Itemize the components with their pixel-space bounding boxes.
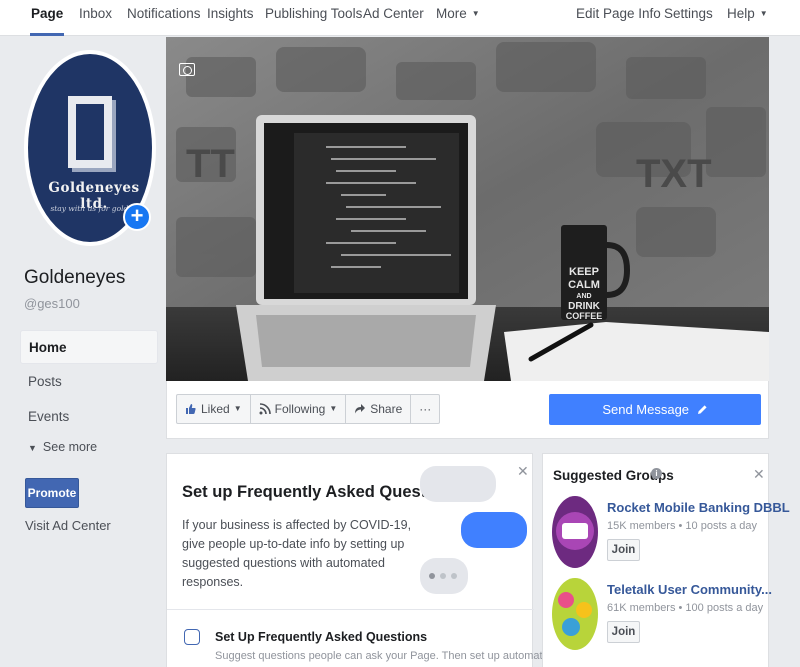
nav-settings[interactable]: Settings xyxy=(664,0,713,36)
faq-sub-title[interactable]: Set Up Frequently Asked Questions xyxy=(215,630,427,644)
info-icon[interactable]: i xyxy=(651,468,662,479)
nav-edit-page-info[interactable]: Edit Page Info xyxy=(576,0,661,36)
chat-bubble-blue xyxy=(461,512,527,548)
nav-publishing-tools[interactable]: Publishing Tools xyxy=(265,0,362,36)
page-name: Goldeneyes xyxy=(24,267,126,288)
group-thumbnail[interactable] xyxy=(552,578,598,650)
nav-insights[interactable]: Insights xyxy=(207,0,254,36)
typing-indicator-icon xyxy=(420,558,468,594)
nav-ad-center[interactable]: Ad Center xyxy=(363,0,424,36)
side-nav: Home Posts Events xyxy=(20,330,158,434)
send-message-label: Send Message xyxy=(602,402,690,417)
nav-notifications[interactable]: Notifications xyxy=(127,0,201,36)
action-buttons: Liked ▼ Following ▼ Share ··· xyxy=(176,394,441,424)
faq-sub-desc: Suggest questions people can ask your Pa… xyxy=(215,650,555,662)
close-icon[interactable]: ✕ xyxy=(753,466,765,483)
nav-notifications-label: Notifications xyxy=(127,6,201,21)
nav-publishing-tools-label: Publishing Tools xyxy=(265,6,363,21)
caret-down-icon: ▼ xyxy=(329,404,338,413)
nav-inbox-label: Inbox xyxy=(79,6,113,21)
group-name[interactable]: Teletalk User Community... xyxy=(607,582,772,597)
divider xyxy=(167,609,534,610)
logo-square-icon xyxy=(68,96,112,168)
nav-inbox[interactable]: Inbox xyxy=(79,0,112,36)
top-nav: Page Inbox Notifications Insights Publis… xyxy=(0,0,800,36)
group-meta: 61K members • 100 posts a day xyxy=(607,602,764,614)
group-thumbnail[interactable] xyxy=(552,496,598,568)
more-options-button[interactable]: ··· xyxy=(411,395,439,423)
close-icon[interactable]: ✕ xyxy=(517,463,529,480)
caret-down-icon: ▼ xyxy=(233,404,242,413)
nav-more[interactable]: More ▼ xyxy=(436,0,480,36)
page-handle[interactable]: @ges100 xyxy=(24,296,80,311)
group-meta: 15K members • 10 posts a day xyxy=(607,520,757,532)
share-label: Share xyxy=(370,402,403,416)
mug-text-3: AND xyxy=(576,293,591,300)
nav-more-label: More xyxy=(436,6,467,21)
faq-title: Set up Frequently Asked Questions xyxy=(182,483,461,501)
side-item-events[interactable]: Events xyxy=(20,400,158,434)
mug-text-5: COFFEE xyxy=(566,311,603,321)
mug-text-1: KEEP xyxy=(569,266,599,278)
nav-help[interactable]: Help ▼ xyxy=(727,0,768,36)
list-item: Rocket Mobile Banking DBBL 15K members •… xyxy=(552,496,790,568)
faq-body: If your business is affected by COVID-19… xyxy=(182,518,412,589)
triangle-down-icon: ▼ xyxy=(28,443,37,453)
add-profile-photo-icon[interactable]: + xyxy=(123,203,151,231)
nav-settings-label: Settings xyxy=(664,6,713,21)
join-button[interactable]: Join xyxy=(607,539,640,561)
pencil-icon xyxy=(697,405,707,414)
mug-text-2: CALM xyxy=(568,279,600,291)
side-item-posts[interactable]: Posts xyxy=(20,365,158,399)
liked-button[interactable]: Liked ▼ xyxy=(177,395,251,423)
cover-photo[interactable]: TT TXT KEEP CALM AND DRINK COFFEE xyxy=(166,37,769,381)
chat-question-icon xyxy=(184,629,200,645)
liked-label: Liked xyxy=(201,402,230,416)
send-message-button[interactable]: Send Message xyxy=(549,394,761,425)
rss-icon xyxy=(259,403,271,415)
side-item-home[interactable]: Home xyxy=(20,330,158,364)
cover-image: TT TXT KEEP CALM AND DRINK COFFEE xyxy=(166,37,769,381)
more-options-label: ··· xyxy=(419,402,432,416)
group-name[interactable]: Rocket Mobile Banking DBBL xyxy=(607,500,790,515)
faq-setup-card: ✕ Set up Frequently Asked Questions If y… xyxy=(166,453,555,667)
caret-down-icon: ▼ xyxy=(759,9,768,18)
nav-insights-label: Insights xyxy=(207,6,254,21)
nav-ad-center-label: Ad Center xyxy=(363,6,424,21)
see-more-label: See more xyxy=(42,440,98,454)
following-button[interactable]: Following ▼ xyxy=(251,395,347,423)
following-label: Following xyxy=(274,402,326,416)
svg-text:TT: TT xyxy=(186,142,235,186)
camera-icon[interactable] xyxy=(179,63,195,76)
nav-page[interactable]: Page xyxy=(30,0,65,36)
share-icon xyxy=(355,404,366,414)
chat-bubble-gray xyxy=(420,466,496,502)
nav-help-label: Help xyxy=(727,6,755,21)
caret-down-icon: ▼ xyxy=(471,9,480,18)
nav-page-label: Page xyxy=(31,6,64,21)
list-item: Teletalk User Community... 61K members •… xyxy=(552,578,772,650)
suggested-groups-card: Suggested Groups i ✕ Rocket Mobile Banki… xyxy=(542,453,790,667)
svg-text:TXT: TXT xyxy=(636,152,712,196)
page-actions-bar: Liked ▼ Following ▼ Share ··· Send Messa… xyxy=(166,381,769,439)
nav-edit-page-info-label: Edit Page Info xyxy=(576,6,661,21)
visit-ad-center-link[interactable]: Visit Ad Center xyxy=(25,518,111,533)
join-button[interactable]: Join xyxy=(607,621,640,643)
thumbs-up-icon xyxy=(186,404,196,414)
share-button[interactable]: Share xyxy=(346,395,412,423)
see-more-link[interactable]: ▼ See more xyxy=(28,440,97,454)
promote-button[interactable]: Promote xyxy=(25,478,79,508)
